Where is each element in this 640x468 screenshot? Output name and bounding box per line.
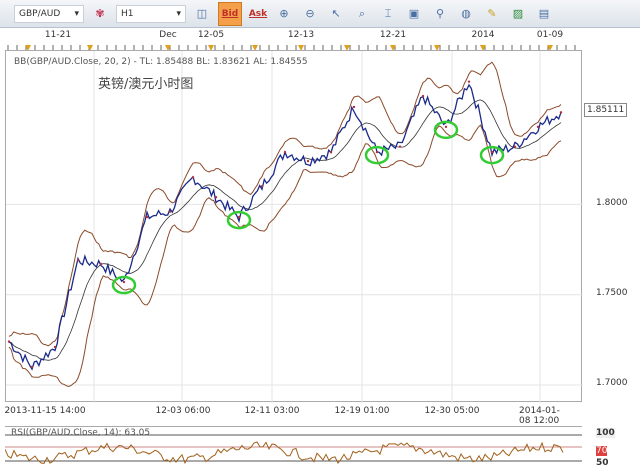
top-time-axis: 11-21 Dec 12-05 12-13 12-21 2014 01-09 <box>0 29 582 51</box>
price-point <box>76 259 80 262</box>
price-point <box>214 196 218 199</box>
indicator-icon[interactable]: ✾ <box>90 4 110 24</box>
time-label: 12-30 05:00 <box>424 406 480 416</box>
bb-lower-band <box>8 124 562 388</box>
price-point <box>99 262 103 266</box>
ask-button[interactable]: Ask <box>248 4 268 24</box>
price-point <box>329 150 333 154</box>
price-point <box>467 80 471 83</box>
bb-legend: BB(GBP/AUD.Close, 20, 2) - TL: 1.85488 B… <box>14 57 308 67</box>
rsi-axis: 100 70 50 <box>582 426 640 468</box>
price-point <box>352 105 356 109</box>
toolbar: GBP/AUD ▾ ✾ H1 ▾ ◫ Bid Ask ⊕ ⊖ ↖ ⌕ ⌶ ▣ ⚲ ◍… <box>0 0 640 28</box>
price-point <box>375 150 379 154</box>
price-tick: 1.8000 <box>596 198 628 208</box>
price-axis[interactable]: 1.7000 1.7500 1.8000 1.85111 <box>582 50 640 402</box>
timeframe-value: H1 <box>121 8 134 19</box>
top-axis-ticks <box>7 45 576 51</box>
zoom-out-icon[interactable]: ⊖ <box>300 4 320 24</box>
price-chart[interactable]: BB(GBP/AUD.Close, 20, 2) - TL: 1.85488 B… <box>5 50 583 403</box>
price-chart-svg <box>6 51 583 403</box>
time-label: 2013-11-15 14:00 <box>4 406 86 416</box>
price-point <box>490 150 494 154</box>
time-label: 12-03 06:00 <box>155 406 211 416</box>
bottom-time-axis: 2013-11-15 14:00 12-03 06:00 12-11 03:00… <box>0 404 582 426</box>
chevron-down-icon: ▾ <box>74 8 79 19</box>
symbol-value: GBP/AUD <box>19 8 61 19</box>
rsi-line <box>5 441 564 465</box>
price-point <box>398 145 402 148</box>
zoom-in-icon[interactable]: ⊕ <box>274 4 294 24</box>
rsi-legend: RSI(GBP/AUD.Close, 14): 63.05 <box>11 428 151 438</box>
current-price-label: 1.85111 <box>584 103 628 117</box>
price-point <box>559 111 563 114</box>
price-point <box>30 365 34 369</box>
rsi-level: 50 <box>596 458 609 468</box>
price-tick: 1.7000 <box>596 378 628 388</box>
rsi-panel[interactable]: RSI(GBP/AUD.Close, 14): 63.05 <box>5 426 582 466</box>
bb-middle-band <box>8 99 562 361</box>
price-point <box>122 280 126 284</box>
highlight-circle <box>433 120 459 140</box>
properties-icon[interactable]: ▣ <box>404 4 424 24</box>
price-point <box>421 94 425 98</box>
price-point <box>260 185 264 188</box>
chevron-down-icon: ▾ <box>176 8 181 19</box>
chart-title: 英镑/澳元小时图 <box>98 77 194 92</box>
print-icon[interactable]: ▤ <box>534 4 554 24</box>
price-point <box>536 125 540 129</box>
time-label: 12-19 01:00 <box>334 406 390 416</box>
price-point <box>513 145 517 148</box>
rsi-level: 100 <box>596 428 615 438</box>
price-point <box>237 215 241 219</box>
chart-type-icon[interactable]: ◫ <box>192 4 212 24</box>
price-point <box>145 215 149 219</box>
price-tick: 1.7500 <box>596 288 628 298</box>
link-icon[interactable]: ⚲ <box>430 4 450 24</box>
globe-icon[interactable]: ◍ <box>456 4 476 24</box>
price-point <box>191 176 195 179</box>
zoom-area-icon[interactable]: ⌕ <box>352 4 372 24</box>
price-point <box>283 150 287 154</box>
rsi-level: 70 <box>596 446 608 456</box>
image-icon[interactable]: ▨ <box>508 4 528 24</box>
time-label: 2014-01-08 12:00 <box>519 406 560 426</box>
cursor-icon[interactable]: ↖ <box>326 4 346 24</box>
symbol-select[interactable]: GBP/AUD ▾ <box>14 4 84 23</box>
ruler-icon[interactable]: ✎ <box>482 4 502 24</box>
timeframe-select[interactable]: H1 ▾ <box>116 4 186 23</box>
crosshair-icon[interactable]: ⌶ <box>378 4 398 24</box>
price-point <box>306 159 310 163</box>
price-point <box>444 125 448 129</box>
price-point <box>168 210 172 213</box>
price-point <box>7 340 11 343</box>
time-label: 12-11 03:00 <box>244 406 300 416</box>
price-point <box>53 345 57 349</box>
bid-button[interactable]: Bid <box>218 1 242 26</box>
